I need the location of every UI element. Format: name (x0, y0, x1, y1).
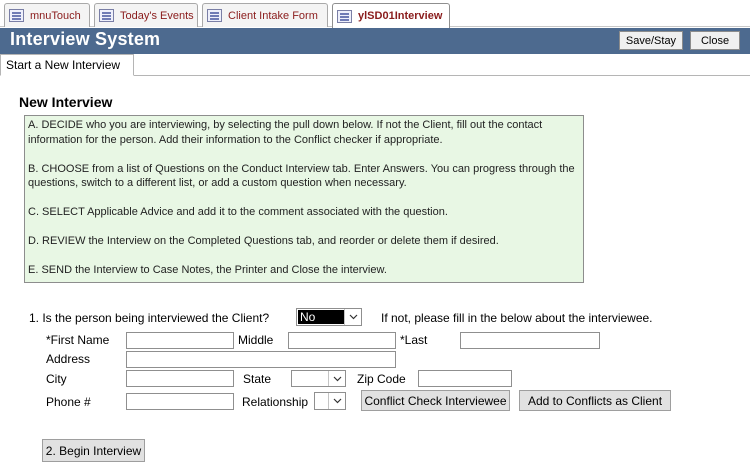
first-name-label: *First Name (46, 333, 110, 347)
zip-code-field[interactable] (418, 370, 512, 387)
state-select-value (292, 371, 328, 386)
last-name-field[interactable] (460, 332, 600, 349)
interviewee-hint: If not, please fill in the below about t… (381, 311, 653, 325)
form-header: Interview System Save/Stay Close (0, 28, 750, 54)
doc-tab-mnutouch[interactable]: mnuTouch (4, 3, 90, 27)
form-icon (99, 9, 114, 22)
instruction-step-a: A. DECIDE who you are interviewing, by s… (28, 119, 543, 146)
phone-field[interactable] (126, 393, 234, 410)
section-title: New Interview (19, 94, 113, 110)
state-label: State (243, 372, 272, 386)
state-select[interactable] (291, 370, 346, 387)
first-name-field[interactable] (126, 332, 234, 349)
doc-tab-client-intake-form[interactable]: Client Intake Form (202, 3, 328, 27)
close-button[interactable]: Close (690, 31, 740, 50)
doc-tab-label: Client Intake Form (228, 9, 318, 22)
client-question-label: 1. Is the person being interviewed the C… (29, 311, 270, 325)
instruction-step-d: D. REVIEW the Interview on the Completed… (28, 235, 499, 247)
doc-tab-label: ylSD01Interview (358, 10, 443, 22)
add-to-conflicts-button[interactable]: Add to Conflicts as Client (519, 390, 671, 411)
chevron-down-icon[interactable] (328, 371, 345, 386)
phone-label: Phone # (46, 395, 91, 409)
save-stay-button[interactable]: Save/Stay (619, 31, 683, 50)
doc-tab-label: mnuTouch (30, 9, 81, 22)
address-field[interactable] (126, 351, 396, 368)
tab-start-new-interview[interactable]: Start a New Interview (0, 54, 134, 76)
instruction-step-e: E. SEND the Interview to Case Notes, the… (28, 264, 387, 276)
form-icon (9, 9, 24, 22)
city-label: City (46, 372, 67, 386)
document-tab-bar: mnuTouch Today's Events Client Intake Fo… (0, 0, 750, 28)
client-select[interactable]: No (296, 308, 362, 326)
doc-tab-ylsd01interview[interactable]: ylSD01Interview (332, 3, 450, 28)
last-name-label: *Last (400, 333, 428, 347)
relationship-label: Relationship (242, 395, 309, 409)
zip-code-label: Zip Code (357, 372, 406, 386)
chevron-down-icon[interactable] (328, 393, 345, 409)
relationship-select[interactable] (314, 392, 346, 410)
page-tab-strip: Start a New Interview (0, 54, 750, 76)
client-select-value: No (298, 310, 344, 324)
instructions-box: A. DECIDE who you are interviewing, by s… (24, 115, 584, 283)
doc-tab-todays-events[interactable]: Today's Events (94, 3, 198, 27)
doc-tab-label: Today's Events (120, 9, 194, 22)
relationship-select-value (315, 393, 328, 409)
city-field[interactable] (126, 370, 234, 387)
form-icon (207, 9, 222, 22)
instruction-step-b: B. CHOOSE from a list of Questions on th… (28, 162, 575, 190)
begin-interview-button[interactable]: 2. Begin Interview (42, 439, 145, 462)
form-icon (337, 9, 352, 23)
middle-name-field[interactable] (288, 332, 396, 349)
conflict-check-button[interactable]: Conflict Check Interviewee (361, 390, 510, 411)
app-title: Interview System (10, 29, 161, 49)
instruction-step-c: C. SELECT Applicable Advice and add it t… (28, 206, 448, 218)
middle-label: Middle (238, 333, 274, 347)
address-label: Address (46, 352, 91, 366)
chevron-down-icon[interactable] (344, 309, 361, 325)
